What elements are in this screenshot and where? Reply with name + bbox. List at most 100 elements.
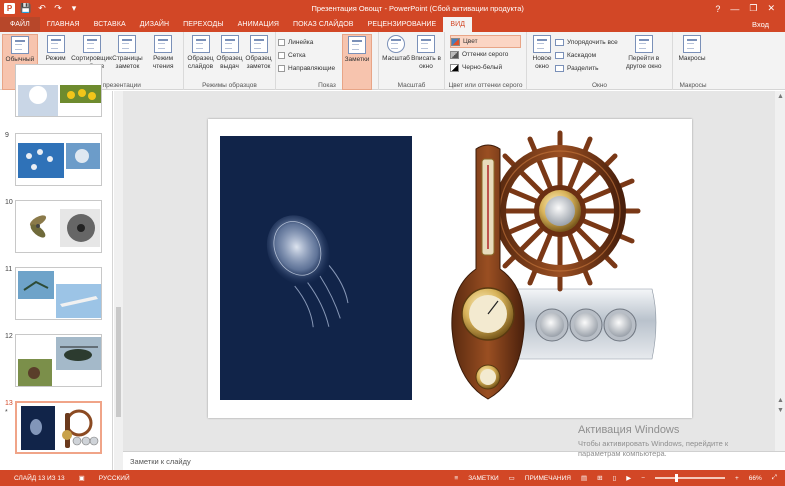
minimize-button[interactable]: — xyxy=(730,4,739,14)
switch-windows-icon xyxy=(634,35,653,53)
split-button[interactable]: Разделить xyxy=(555,62,618,75)
zoom-slider[interactable] xyxy=(654,474,725,482)
slide-sorter-status-icon[interactable]: ⊞ xyxy=(597,474,602,482)
black-white-swatch-icon xyxy=(450,63,459,72)
tab-insert[interactable]: ВСТАВКА xyxy=(87,17,133,32)
color-label: Цвет xyxy=(463,38,478,45)
ribbon-tabs: ФАЙЛ ГЛАВНАЯ ВСТАВКА ДИЗАЙН ПЕРЕХОДЫ АНИ… xyxy=(0,17,785,32)
jellyfish-picture[interactable] xyxy=(220,136,412,400)
guides-checkbox[interactable]: Направляющие xyxy=(278,62,342,75)
sign-in-link[interactable]: Вход xyxy=(752,17,785,32)
notes-master-label: Образец заметок xyxy=(245,55,272,70)
group-label: Режимы образцов xyxy=(202,82,257,89)
scroll-down-icon[interactable]: ▼ xyxy=(777,407,784,414)
animation-star: * xyxy=(5,409,8,416)
group-label: Показ xyxy=(318,82,336,89)
undo-icon[interactable]: ↶ xyxy=(37,3,47,14)
scroll-up-icon[interactable]: ▲ xyxy=(777,93,784,100)
switch-windows-label: Перейти в другое окно xyxy=(625,55,662,70)
proofing-icon[interactable]: ▣ xyxy=(79,474,85,482)
scroll-up-page-icon[interactable]: ▲ xyxy=(777,397,784,404)
checkbox-box xyxy=(278,65,285,72)
customize-qat-icon[interactable]: ▾ xyxy=(69,3,79,14)
reading-view-status-icon[interactable]: ▯ xyxy=(613,474,617,482)
group-master-views: Образец слайдов Образец выдач Образец за… xyxy=(184,32,276,90)
tab-home[interactable]: ГЛАВНАЯ xyxy=(40,17,87,32)
scrollbar-thumb[interactable] xyxy=(116,307,121,417)
title-bar: P 💾 ↶ ↷ ▾ Презентация Овощт - PowerPoint… xyxy=(0,0,785,17)
cascade-button[interactable]: Каскадом xyxy=(555,49,618,62)
slide-master-icon xyxy=(191,35,210,53)
watermark-line-1: Чтобы активировать Windows, перейдите к xyxy=(578,439,729,448)
tab-view[interactable]: ВИД xyxy=(443,17,473,32)
tab-review[interactable]: РЕЦЕНЗИРОВАНИЕ xyxy=(361,17,444,32)
ruler-checkbox[interactable]: Линейка xyxy=(278,36,342,49)
fit-slide-icon[interactable]: ⤢ xyxy=(772,474,777,482)
arrange-all-icon xyxy=(555,39,564,46)
comments-toggle-label[interactable]: ПРИМЕЧАНИЯ xyxy=(525,475,571,482)
slide-thumbnail-image xyxy=(15,200,102,253)
arrange-all-button[interactable]: Упорядочить все xyxy=(555,36,618,49)
slide-canvas[interactable] xyxy=(208,119,692,418)
zoom-percent[interactable]: 66% xyxy=(749,475,762,482)
status-bar: СЛАЙД 13 ИЗ 13 ▣ РУССКИЙ ≡ ЗАМЕТКИ ▭ ПРИ… xyxy=(0,470,785,486)
fit-to-window-icon xyxy=(417,35,435,53)
tab-animations[interactable]: АНИМАЦИЯ xyxy=(231,17,286,32)
close-button[interactable]: ✕ xyxy=(767,3,775,14)
slide-thumbnail-image xyxy=(15,64,102,117)
grayscale-swatch-icon xyxy=(450,50,459,59)
language-indicator[interactable]: РУССКИЙ xyxy=(99,475,130,482)
slide-thumbnail-10[interactable]: 10 xyxy=(0,199,110,257)
notes-page-icon xyxy=(118,35,137,53)
notes-toggle-label[interactable]: ЗАМЕТКИ xyxy=(468,475,498,482)
tab-slide-show[interactable]: ПОКАЗ СЛАЙДОВ xyxy=(286,17,361,32)
tab-design[interactable]: ДИЗАЙН xyxy=(133,17,176,32)
black-white-option[interactable]: Черно-белый xyxy=(450,61,521,74)
workspace-scrollbar[interactable]: ▲ ▲ ▼ xyxy=(775,91,785,451)
tab-transitions[interactable]: ПЕРЕХОДЫ xyxy=(176,17,231,32)
reading-view-label: Режим чтения xyxy=(152,55,174,70)
slide-thumbnail-8[interactable] xyxy=(0,63,110,121)
slide-number: 12 xyxy=(5,333,13,340)
notes-icon xyxy=(348,36,366,54)
slide-thumbnail-9[interactable]: 9 xyxy=(0,132,110,190)
cascade-label: Каскадом xyxy=(567,52,597,59)
watermark-title: Активация Windows xyxy=(578,424,680,436)
slide-master-label: Образец слайдов xyxy=(187,55,214,70)
zoom-out-icon[interactable]: − xyxy=(641,475,645,482)
tab-file[interactable]: ФАЙЛ xyxy=(0,17,40,32)
gridlines-label: Сетка xyxy=(288,52,306,59)
color-option[interactable]: Цвет xyxy=(450,35,521,48)
restore-button[interactable]: ❐ xyxy=(749,3,757,14)
macros-label: Макросы xyxy=(678,55,706,62)
slide-thumbnail-13[interactable]: 13 * xyxy=(0,400,110,458)
zoom-slider-thumb[interactable] xyxy=(675,474,679,482)
checkbox-box xyxy=(278,52,285,59)
handout-master-label: Образец выдач xyxy=(216,55,243,70)
normal-view-status-icon[interactable]: ▤ xyxy=(581,474,587,482)
save-icon[interactable]: 💾 xyxy=(20,3,31,14)
comments-toggle-icon[interactable]: ▭ xyxy=(509,474,515,482)
gridlines-checkbox[interactable]: Сетка xyxy=(278,49,342,62)
group-color-grayscale: Цвет Оттенки серого Черно-белый Цвет или… xyxy=(445,32,527,90)
group-show: Линейка Сетка Направляющие Заметки Показ xyxy=(276,32,379,90)
redo-icon[interactable]: ↷ xyxy=(53,3,63,14)
zoom-label: Масштаб xyxy=(382,55,410,62)
windows-activation-watermark: Активация Windows Чтобы активировать Win… xyxy=(578,424,728,459)
slide-number: 11 xyxy=(5,266,13,273)
slide-thumbnail-12[interactable]: 12 xyxy=(0,333,110,391)
help-button[interactable]: ? xyxy=(715,4,720,14)
slide-thumbnail-11[interactable]: 11 xyxy=(0,266,110,324)
zoom-in-icon[interactable]: + xyxy=(735,475,739,482)
slide-show-status-icon[interactable]: ▶ xyxy=(626,474,631,482)
new-window-icon xyxy=(533,35,551,53)
thumbnails-scrollbar[interactable] xyxy=(114,91,123,470)
notes-toggle-icon[interactable]: ≡ xyxy=(454,475,458,482)
quick-access-toolbar: P 💾 ↶ ↷ ▾ xyxy=(0,3,120,14)
nautical-instruments-picture[interactable] xyxy=(451,130,657,400)
new-window-label: Новое окно xyxy=(532,55,552,70)
reading-view-icon xyxy=(154,35,173,53)
ruler-label: Линейка xyxy=(288,39,314,46)
grayscale-option[interactable]: Оттенки серого xyxy=(450,48,521,61)
arrange-all-label: Упорядочить все xyxy=(567,39,618,46)
